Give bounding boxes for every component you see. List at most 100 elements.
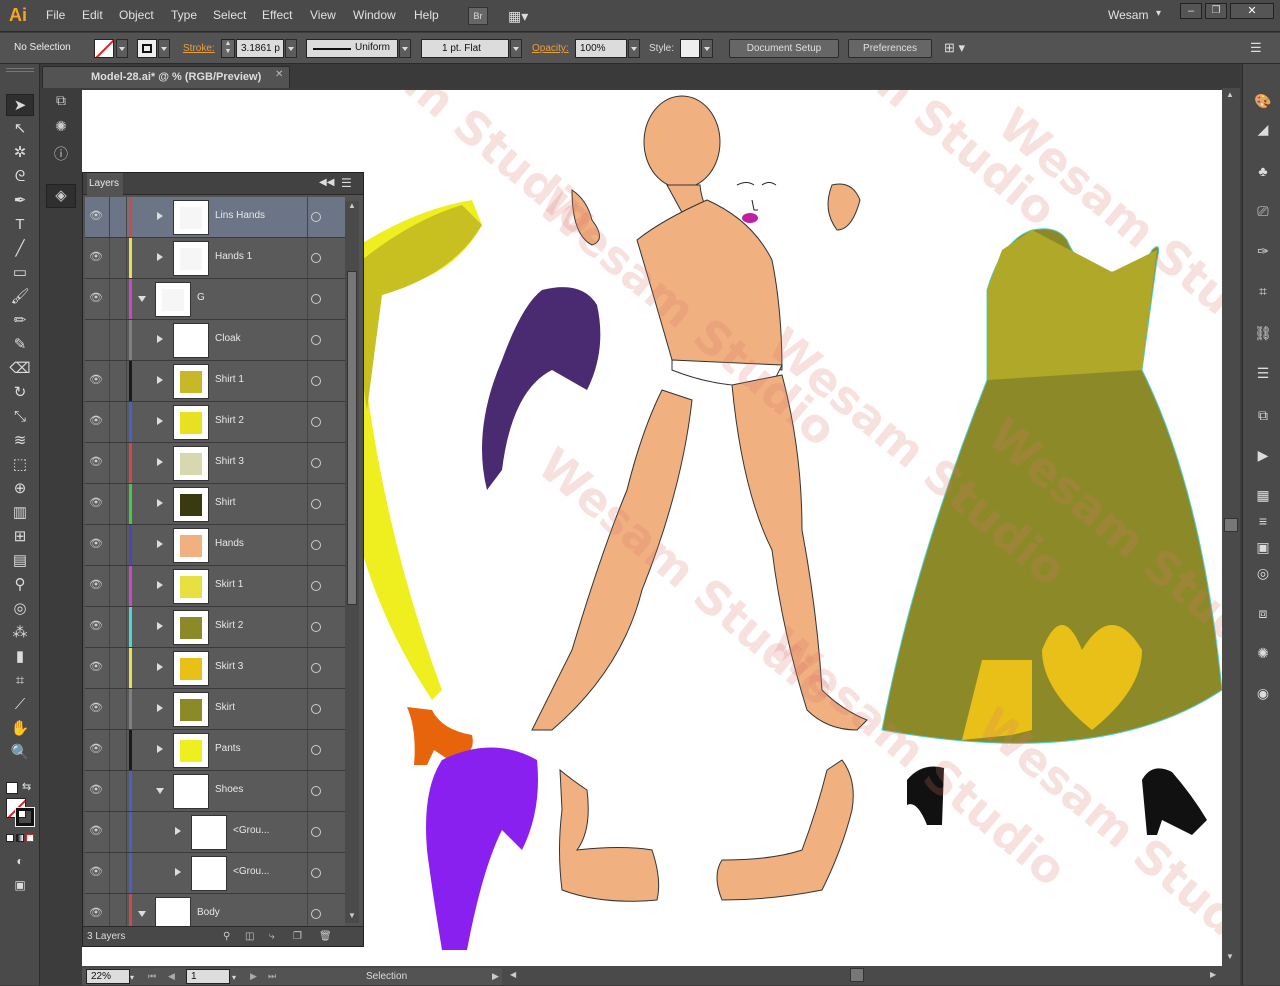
lock-toggle[interactable] (109, 361, 127, 401)
layers-scroll-up-icon[interactable]: ▲ (348, 201, 356, 210)
target-circle-icon[interactable] (311, 417, 321, 427)
fill-dropdown[interactable] (116, 39, 128, 58)
artboard-tool-icon[interactable]: ⌗ (6, 670, 34, 692)
lock-toggle[interactable] (109, 771, 127, 811)
stroke-stepper[interactable]: ▲ ▼ (221, 39, 235, 58)
lock-toggle[interactable] (109, 648, 127, 688)
visibility-eye-icon[interactable]: 👁 (89, 209, 103, 223)
profile-dropdown[interactable] (399, 39, 411, 58)
menu-select[interactable]: Select (213, 8, 246, 22)
artboard-number-field[interactable]: 1 (186, 969, 230, 984)
lock-toggle[interactable] (109, 484, 127, 524)
none-mode-icon[interactable] (26, 834, 34, 842)
visibility-eye-icon[interactable]: 👁 (89, 578, 103, 592)
scroll-up-icon[interactable]: ▲ (1226, 90, 1234, 99)
status-menu-icon[interactable]: ▶ (492, 968, 499, 985)
layer-name[interactable]: Shoes (215, 784, 243, 795)
expand-triangle-icon[interactable] (157, 335, 163, 343)
transform-panel-icon[interactable]: ⧉ (48, 92, 74, 114)
style-dropdown[interactable] (701, 39, 713, 58)
type-tool-icon[interactable]: T (6, 214, 34, 236)
color-mode-icon[interactable] (6, 834, 14, 842)
visibility-eye-icon[interactable]: 👁 (89, 250, 103, 264)
expand-triangle-icon[interactable] (157, 499, 163, 507)
direct-selection-tool-icon[interactable]: ↖ (6, 118, 34, 140)
panel-menu-icon[interactable]: ☰ (1250, 40, 1262, 56)
visibility-eye-icon[interactable]: 👁 (89, 824, 103, 838)
visibility-eye-icon[interactable]: 👁 (89, 537, 103, 551)
magic-wand-icon[interactable]: ✲ (6, 142, 34, 164)
transparency-icon[interactable]: ◎ (1252, 562, 1274, 584)
scroll-left-icon[interactable]: ◀ (510, 970, 516, 979)
layers-menu-icon[interactable]: ☰ (341, 176, 352, 190)
layer-row[interactable]: 👁 Shoes (85, 771, 345, 812)
lock-toggle[interactable] (109, 238, 127, 278)
menu-edit[interactable]: Edit (82, 8, 103, 22)
stroke-weight-dropdown[interactable] (285, 39, 297, 58)
slice-tool-icon[interactable]: ⟋ (6, 694, 34, 716)
close-button[interactable]: ✕ (1230, 3, 1274, 19)
artboards-icon[interactable]: ⧈ (1252, 602, 1274, 624)
layer-row[interactable]: 👁 Lins Hands (85, 197, 345, 238)
mesh-tool-icon[interactable]: ⊞ (6, 526, 34, 548)
layer-name[interactable]: Shirt 1 (215, 374, 244, 385)
lock-toggle[interactable] (109, 525, 127, 565)
target-circle-icon[interactable] (311, 581, 321, 591)
stroke-dropdown[interactable] (158, 39, 170, 58)
target-circle-icon[interactable] (311, 827, 321, 837)
expand-triangle-icon[interactable] (157, 458, 163, 466)
hand-tool-icon[interactable]: ✋ (6, 718, 34, 740)
target-circle-icon[interactable] (311, 499, 321, 509)
screen-mode-icon[interactable]: ▣ (6, 874, 34, 896)
swatches-icon[interactable]: ▦ (1252, 484, 1274, 506)
links-icon[interactable]: ⛓ (1252, 322, 1274, 344)
menu-type[interactable]: Type (171, 8, 197, 22)
free-transform-icon[interactable]: ⬚ (6, 454, 34, 476)
variable-width-profile[interactable]: Uniform (306, 39, 398, 58)
scale-tool-icon[interactable]: ⤡ (6, 406, 34, 428)
layer-row[interactable]: 👁 Skirt (85, 689, 345, 730)
layers-scrollbar[interactable]: ▲ ▼ (345, 201, 359, 923)
target-circle-icon[interactable] (311, 745, 321, 755)
expand-triangle-icon[interactable] (157, 622, 163, 630)
layer-name[interactable]: Skirt (215, 702, 235, 713)
menu-view[interactable]: View (310, 8, 336, 22)
locate-object-icon[interactable]: ⚲ (223, 927, 230, 947)
layer-row[interactable]: 👁 Shirt 1 (85, 361, 345, 402)
scroll-right-icon[interactable]: ▶ (1210, 970, 1216, 979)
layer-row[interactable]: 👁 <Grou... (85, 853, 345, 894)
gradient-mode-icon[interactable] (16, 834, 24, 842)
visibility-eye-icon[interactable]: 👁 (89, 660, 103, 674)
lock-toggle[interactable] (109, 730, 127, 770)
expand-triangle-icon[interactable] (157, 581, 163, 589)
expand-triangle-icon[interactable] (157, 253, 163, 261)
target-circle-icon[interactable] (311, 868, 321, 878)
layer-row[interactable]: 👁 G (85, 279, 345, 320)
visibility-eye-icon[interactable] (89, 332, 103, 346)
lock-toggle[interactable] (109, 853, 127, 893)
target-circle-icon[interactable] (311, 253, 321, 263)
actions-icon[interactable]: ▶ (1252, 444, 1274, 466)
workspace-switcher[interactable]: Wesam (1108, 8, 1148, 22)
lock-toggle[interactable] (109, 566, 127, 606)
opacity-field[interactable]: 100% (575, 39, 627, 58)
visibility-eye-icon[interactable]: 👁 (89, 414, 103, 428)
target-circle-icon[interactable] (311, 376, 321, 386)
collapse-triangle-icon[interactable] (138, 296, 146, 302)
expand-triangle-icon[interactable] (157, 704, 163, 712)
pencil-tool-icon[interactable]: ✏ (6, 310, 34, 332)
arrange-documents-icon[interactable]: ▦▾ (508, 8, 534, 24)
symbol-sprayer-icon[interactable]: ⁂ (6, 622, 34, 644)
horizontal-scroll-thumb[interactable] (850, 968, 864, 982)
layer-row[interactable]: 👁 Shirt 2 (85, 402, 345, 443)
last-artboard-icon[interactable]: ⏭ (268, 968, 276, 985)
graphic-style-swatch[interactable] (680, 39, 700, 58)
layer-name[interactable]: Skirt 3 (215, 661, 243, 672)
pathfinder-icon[interactable]: ⧉ (1252, 404, 1274, 426)
layer-name[interactable]: <Grou... (233, 825, 269, 836)
gradient-tool-icon[interactable]: ▤ (6, 550, 34, 572)
layer-name[interactable]: Pants (215, 743, 241, 754)
target-circle-icon[interactable] (311, 294, 321, 304)
align-icon[interactable]: ☰ (1252, 362, 1274, 384)
target-circle-icon[interactable] (311, 458, 321, 468)
